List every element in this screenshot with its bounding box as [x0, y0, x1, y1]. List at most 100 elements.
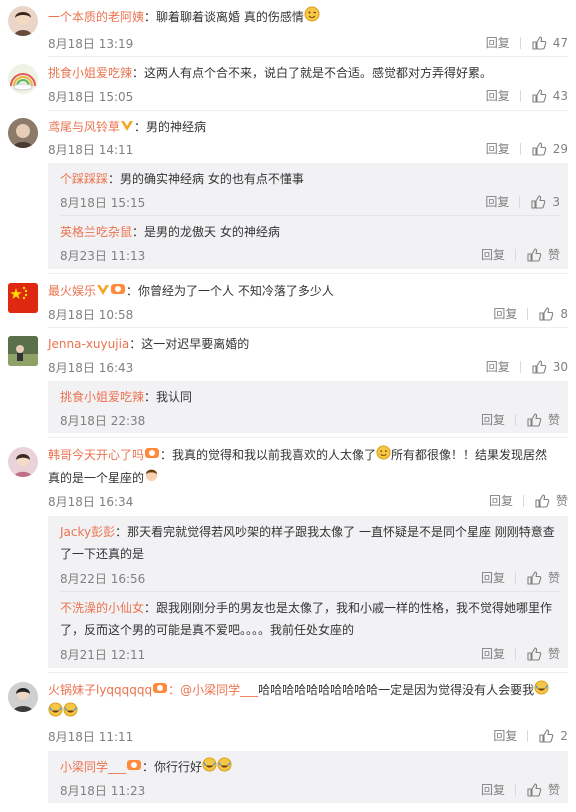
- reply-item: Jacky彭彭：那天看完就觉得若风吵架的样子跟我太像了 一直怀疑是不是同个星座 …: [60, 516, 560, 592]
- reply-button[interactable]: 回复: [486, 140, 510, 157]
- user-avatar[interactable]: [8, 118, 38, 148]
- divider: [519, 195, 521, 208]
- divider: [48, 437, 568, 438]
- comment-text: 韩哥今天开心了吗 ：我真的觉得和我以前我喜欢的人太像了 所有都很像！！结果发现居然真…: [48, 444, 556, 489]
- thumbs-up-icon: [532, 141, 547, 156]
- divider: [48, 672, 568, 673]
- reply-username[interactable]: 不洗澡的小仙女: [60, 601, 144, 615]
- laugh-cry-emoji-icon: [63, 702, 78, 724]
- like-count: 8: [560, 306, 568, 321]
- reply-actions: 回复 3: [485, 193, 560, 210]
- reply-button[interactable]: 回复: [481, 246, 505, 263]
- girl-emoji-icon: [144, 467, 159, 489]
- reply-time: 8月18日 15:15: [60, 196, 146, 210]
- reply-item: 小梁同学___ ：你行行好 8月18日 11:23 回复 赞: [60, 751, 560, 803]
- reply-thread: 小梁同学___ ：你行行好 8月18日 11:23 回复 赞: [48, 751, 568, 803]
- reply-actions: 回复 赞: [481, 781, 560, 798]
- reply-time: 8月21日 12:11: [60, 648, 146, 662]
- divider: [519, 36, 521, 49]
- comment-time: 8月18日 16:43: [48, 361, 134, 375]
- vip-v-icon: [120, 117, 134, 139]
- like-button[interactable]: 赞: [526, 246, 560, 263]
- like-button[interactable]: 3: [530, 194, 560, 210]
- reply-button[interactable]: 回复: [481, 411, 505, 428]
- comment-time: 8月18日 14:11: [48, 143, 134, 157]
- reply-actions: 回复 赞: [481, 645, 560, 662]
- like-button[interactable]: 赞: [526, 645, 560, 662]
- like-button[interactable]: 赞: [526, 569, 560, 586]
- reply-username[interactable]: 英格兰吃杂鼠: [60, 225, 132, 239]
- like-count: 赞: [547, 571, 560, 585]
- like-count: 赞: [547, 783, 560, 797]
- reply-username[interactable]: Jacky彭彭: [60, 525, 115, 539]
- comment-actions: 回复 2: [493, 727, 568, 744]
- comment-username[interactable]: 最火娱乐: [48, 284, 96, 298]
- reply-button[interactable]: 回复: [493, 305, 517, 322]
- comment-username[interactable]: 挑食小姐爱吃辣: [48, 66, 132, 80]
- reply-button[interactable]: 回复: [486, 34, 510, 51]
- like-button[interactable]: 2: [538, 728, 568, 744]
- reply-actions: 回复 赞: [481, 246, 560, 263]
- reply-time: 8月22日 16:56: [60, 572, 146, 586]
- like-button[interactable]: 赞: [526, 781, 560, 798]
- reply-button[interactable]: 回复: [489, 492, 513, 509]
- user-avatar[interactable]: [8, 64, 38, 94]
- reply-button[interactable]: 回复: [493, 727, 517, 744]
- divider: [527, 307, 529, 320]
- comment-text: 挑食小姐爱吃辣：这两人有点个合不来，说白了就是不合适。感觉都对方弄得好累。: [48, 66, 493, 80]
- reply-button[interactable]: 回复: [481, 645, 505, 662]
- thumbs-up-icon: [535, 493, 550, 508]
- reply-text: 不洗澡的小仙女：跟我刚刚分手的男友也是太像了，我和小戚一样的性格，我不觉得她哪里…: [60, 601, 553, 637]
- reply-text: 挑食小姐爱吃辣：我认同: [60, 390, 193, 404]
- like-count: 赞: [547, 647, 560, 661]
- reply-button[interactable]: 回复: [481, 569, 505, 586]
- like-button[interactable]: 8: [538, 306, 568, 322]
- divider: [48, 110, 568, 111]
- divider: [514, 413, 516, 426]
- divider: [514, 647, 516, 660]
- reply-username[interactable]: 个踩踩踩: [60, 172, 108, 186]
- laugh-cry-emoji-icon: [48, 702, 63, 724]
- reply-text: 小梁同学___ ：你行行好: [60, 756, 560, 779]
- reply-button[interactable]: 回复: [486, 358, 510, 375]
- user-avatar[interactable]: [8, 447, 38, 477]
- comment-time: 8月18日 15:05: [48, 90, 134, 104]
- reply-actions: 回复 赞: [481, 411, 560, 428]
- mention-link[interactable]: ：@小梁同学___: [168, 683, 258, 697]
- like-button[interactable]: 47: [531, 35, 568, 51]
- reply-button[interactable]: 回复: [481, 781, 505, 798]
- like-button[interactable]: 赞: [526, 411, 560, 428]
- user-avatar[interactable]: [8, 336, 38, 366]
- laugh-cry-emoji-icon: [217, 756, 232, 779]
- like-button[interactable]: 30: [531, 359, 568, 375]
- comment-username[interactable]: 鸢尾与风铃草: [48, 120, 120, 134]
- comment-username[interactable]: 火锅妹子lyqqqqqq: [48, 683, 152, 697]
- comment-text: 鸢尾与风铃草 ：男的神经病: [48, 116, 556, 139]
- thumbs-up-icon: [539, 306, 554, 321]
- like-count: 赞: [555, 494, 568, 508]
- reply-username[interactable]: 挑食小姐爱吃辣: [60, 390, 144, 404]
- like-button[interactable]: 43: [531, 88, 568, 104]
- comment-time: 8月18日 11:11: [48, 730, 134, 744]
- divider: [48, 273, 568, 274]
- like-button[interactable]: 赞: [534, 492, 568, 509]
- reply-time: 8月23日 11:13: [60, 249, 146, 263]
- comment-text: 一个本质的老阿姨：聊着聊着谈离婚 真的伤感情: [48, 6, 556, 29]
- reply-thread: 挑食小姐爱吃辣：我认同 8月18日 22:38 回复 赞: [48, 381, 568, 433]
- reply-text: 个踩踩踩：男的确实神经病 女的也有点不懂事: [60, 172, 304, 186]
- user-avatar[interactable]: [8, 283, 38, 313]
- comment-username[interactable]: 韩哥今天开心了吗: [48, 448, 144, 462]
- user-avatar[interactable]: [8, 6, 38, 36]
- thumbs-up-icon: [527, 412, 542, 427]
- vip-v-icon: [96, 281, 110, 303]
- user-avatar[interactable]: [8, 682, 38, 712]
- reply-button[interactable]: 回复: [485, 193, 509, 210]
- comment-username[interactable]: Jenna-xuyujia: [48, 337, 129, 351]
- reply-username[interactable]: 小梁同学___: [60, 760, 126, 774]
- like-button[interactable]: 29: [531, 141, 568, 157]
- reply-button[interactable]: 回复: [486, 87, 510, 104]
- comment-username[interactable]: 一个本质的老阿姨: [48, 10, 144, 24]
- like-count: 47: [552, 35, 568, 50]
- divider: [48, 56, 568, 57]
- comment-actions: 回复 29: [486, 140, 568, 157]
